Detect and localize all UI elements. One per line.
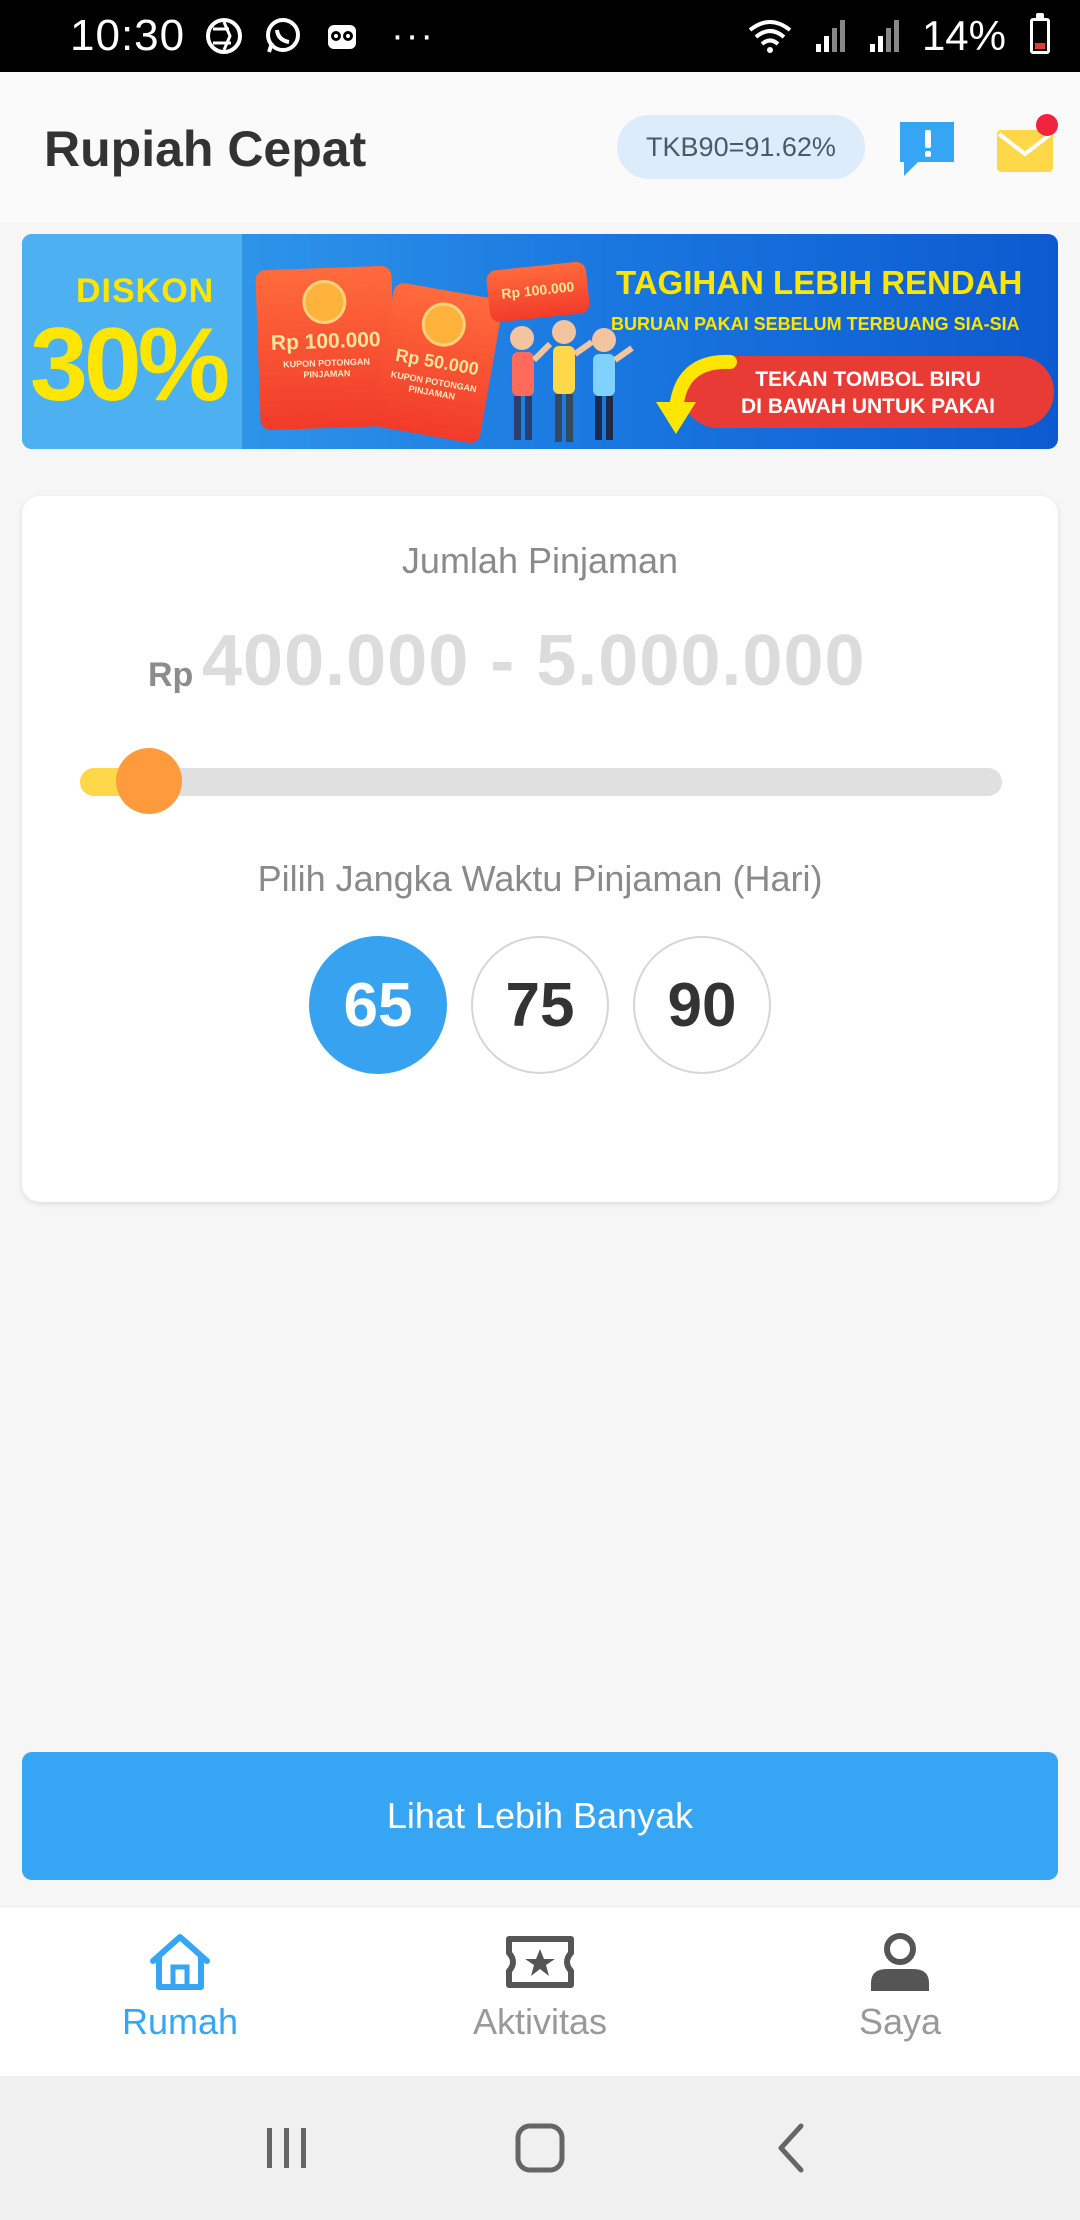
loan-amount-slider[interactable] (80, 768, 1002, 796)
user-icon (871, 1933, 929, 1991)
loan-term-options: 65 75 90 (22, 936, 1058, 1074)
status-left: 10:30 ··· (70, 11, 435, 61)
app-header: Rupiah Cepat TKB90=91.62% (0, 72, 1080, 222)
battery-percent: 14% (921, 12, 1006, 59)
loan-amount-label: Jumlah Pinjaman (401, 540, 679, 581)
banner-headline: TAGIHAN LEBIH RENDAH (616, 264, 1023, 301)
term-option-65[interactable]: 65 (309, 936, 447, 1074)
more-notifications: ··· (391, 14, 436, 57)
coupon-amount: Rp 100.000 (500, 278, 576, 302)
nav-item-aktivitas[interactable]: Aktivitas (360, 1907, 720, 2076)
promo-banner[interactable]: DISKON 30% Rp 100.000 KUPON POTONGAN PIN… (22, 234, 1058, 449)
battery-icon (1030, 13, 1050, 54)
owl-icon (323, 17, 361, 55)
back-icon[interactable] (763, 2118, 823, 2178)
status-right: 14% (746, 12, 1050, 60)
loan-card: Jumlah Pinjaman Rp 400.000 - 5.000.000 P… (22, 496, 1058, 1202)
coin-icon (301, 279, 348, 325)
nav-label: Saya (858, 2001, 942, 2042)
coupon-card: Rp 50.000 KUPON POTONGAN PINJAMAN (370, 281, 504, 445)
loan-amount-range: 400.000 - 5.000.000 (202, 621, 866, 701)
notification-dot (1036, 114, 1058, 136)
signal-icon-2 (868, 18, 902, 54)
wifi-icon (746, 16, 794, 56)
banner-subline: BURUAN PAKAI SEBELUM TERBUANG SIA-SIA (611, 314, 1020, 334)
slider-thumb[interactable] (116, 748, 182, 814)
chat-alert-icon[interactable] (896, 118, 960, 182)
system-nav-bar (0, 2076, 1080, 2220)
aperture-icon (205, 17, 243, 55)
nav-label: Rumah (121, 2001, 239, 2042)
banner-percent: 30% (30, 307, 230, 423)
see-more-button[interactable]: Lihat Lebih Banyak (22, 1752, 1058, 1880)
loan-term-label: Pilih Jangka Waktu Pinjaman (Hari) (257, 858, 823, 899)
nav-label: Aktivitas (472, 2001, 608, 2042)
currency-prefix: Rp (148, 656, 194, 694)
whatsapp-icon (263, 16, 303, 56)
curved-arrow-icon (656, 354, 737, 434)
bottom-nav: Rumah Aktivitas Saya (0, 1906, 1080, 2076)
app-title: Rupiah Cepat (44, 121, 367, 177)
tkb-badge[interactable]: TKB90=91.62% (617, 115, 865, 179)
coupon-amount: Rp 100.000 (270, 328, 382, 355)
signal-icon (814, 18, 848, 54)
home-icon (150, 1934, 210, 1990)
recent-apps-icon[interactable] (257, 2118, 317, 2178)
status-time: 10:30 (70, 11, 186, 60)
term-option-90[interactable]: 90 (633, 936, 771, 1074)
term-option-75[interactable]: 75 (471, 936, 609, 1074)
coin-icon (418, 299, 470, 351)
nav-item-saya[interactable]: Saya (720, 1907, 1080, 2076)
coupon-note: KUPON POTONGAN PINJAMAN (282, 356, 371, 380)
nav-item-rumah[interactable]: Rumah (0, 1907, 360, 2076)
home-button-icon[interactable] (510, 2118, 570, 2178)
status-bar: 10:30 ··· 14% (0, 0, 1080, 72)
ticket-icon (506, 1936, 574, 1988)
